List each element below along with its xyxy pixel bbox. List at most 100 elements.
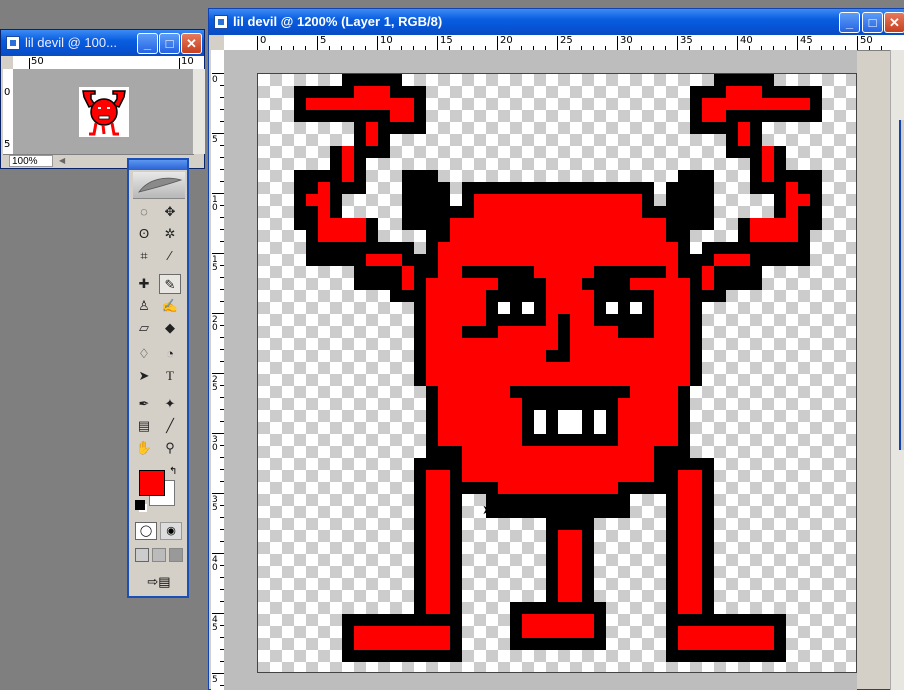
navigator-canvas-area bbox=[13, 69, 192, 155]
zoom-level-field[interactable]: 100% bbox=[9, 155, 53, 167]
right-eye bbox=[606, 302, 618, 314]
left-eye bbox=[522, 302, 534, 314]
right-arm bbox=[726, 86, 762, 110]
close-button[interactable]: ✕ bbox=[884, 12, 904, 33]
ruler-label: 5 bbox=[320, 35, 327, 46]
navigator-ruler-horizontal: 50 10 bbox=[13, 56, 204, 70]
magic-wand-icon[interactable]: ✲ bbox=[159, 224, 181, 244]
hand-icon[interactable]: ✋ bbox=[133, 438, 155, 458]
close-button[interactable]: ✕ bbox=[181, 33, 202, 54]
pen-icon[interactable]: ✒ bbox=[133, 394, 155, 414]
pencil-icon[interactable]: ✎ bbox=[159, 274, 181, 294]
navigator-scrollbar-vertical[interactable] bbox=[192, 69, 205, 154]
history-brush-icon[interactable]: ✍ bbox=[159, 296, 181, 316]
ruler-label: 1 5 bbox=[212, 255, 218, 273]
body bbox=[462, 446, 654, 482]
ruler-label: 5 bbox=[212, 135, 218, 145]
mouse-cursor-icon: ➤ bbox=[482, 502, 493, 517]
photoshop-doc-icon bbox=[6, 36, 20, 50]
photoshop-doc-icon bbox=[214, 15, 228, 29]
maximize-button[interactable]: □ bbox=[159, 33, 180, 54]
quick-mask-button[interactable]: ◉ bbox=[160, 522, 182, 540]
clone-stamp-icon[interactable]: ♙ bbox=[133, 296, 155, 316]
screen-mode-standard-button[interactable] bbox=[135, 548, 149, 562]
ruler-label: 25 bbox=[560, 35, 573, 46]
paint-bucket-icon[interactable]: ◆ bbox=[159, 318, 181, 338]
right-leg bbox=[678, 470, 702, 614]
left-eyebrow bbox=[498, 278, 546, 290]
ruler-label: 2 0 bbox=[212, 315, 218, 333]
ruler-label: 45 bbox=[800, 35, 813, 46]
right-eyebrow bbox=[594, 266, 666, 278]
move-icon[interactable]: ✥ bbox=[159, 202, 181, 222]
cheek-line bbox=[462, 326, 498, 338]
ruler-label: 35 bbox=[680, 35, 693, 46]
nav-scroll-left-icon[interactable]: ◀ bbox=[59, 156, 71, 166]
jump-to-imageready-button[interactable]: ⇨▤ bbox=[135, 572, 183, 592]
foreground-color-swatch[interactable] bbox=[139, 470, 165, 496]
navigator-title: lil devil @ 100... bbox=[25, 35, 117, 50]
document-titlebar[interactable]: lil devil @ 1200% (Layer 1, RGB/8) _ □ ✕ bbox=[209, 9, 904, 35]
left-eye-outline bbox=[486, 290, 546, 326]
lasso-icon[interactable]: ʘ bbox=[133, 224, 155, 244]
navigator-window: lil devil @ 100... _ □ ✕ 50 10 0 5 100% … bbox=[0, 29, 205, 169]
blur-icon[interactable]: ♢ bbox=[133, 344, 155, 364]
document-window: lil devil @ 1200% (Layer 1, RGB/8) _ □ ✕… bbox=[208, 8, 904, 690]
body-outline bbox=[486, 494, 630, 518]
ruler-label: 30 bbox=[620, 35, 633, 46]
ruler-label: 3 5 bbox=[212, 495, 218, 513]
canvas[interactable] bbox=[257, 73, 857, 673]
body bbox=[498, 482, 618, 494]
minimize-button[interactable]: _ bbox=[137, 33, 158, 54]
ruler-label: 3 0 bbox=[212, 435, 218, 453]
custom-shape-icon[interactable]: ✦ bbox=[159, 394, 181, 414]
swap-colors-icon[interactable]: ↰ bbox=[169, 466, 177, 477]
mouth bbox=[510, 386, 630, 398]
left-eye bbox=[498, 302, 510, 314]
left-foot bbox=[354, 626, 450, 650]
dodge-icon[interactable]: ◔ bbox=[159, 344, 181, 364]
right-eyebrow bbox=[582, 278, 630, 290]
marquee-icon[interactable]: ◌ bbox=[133, 202, 155, 222]
maximize-button[interactable]: □ bbox=[862, 12, 883, 33]
right-arm bbox=[738, 122, 750, 146]
tooth bbox=[594, 410, 606, 434]
ruler-label: 4 0 bbox=[212, 555, 218, 573]
ruler-label: 0 bbox=[4, 87, 11, 98]
ruler-label: 0 bbox=[260, 35, 267, 46]
zoom-icon[interactable]: ⚲ bbox=[159, 438, 181, 458]
right-arm bbox=[762, 146, 774, 182]
left-arm bbox=[342, 146, 354, 182]
toolbox-panel: ◌ ✥ ʘ ✲ ⌗ ⁄ ✚ ✎ ♙ ✍ ▱ ◆ ♢ ◔ ➤ T ✒ ✦ ▤ ╱ ✋ ⚲ ↰ ◯ ◉ ⇨▤ bbox=[127, 158, 189, 598]
minimize-button[interactable]: _ bbox=[839, 12, 860, 33]
navigator-titlebar[interactable]: lil devil @ 100... _ □ ✕ bbox=[1, 30, 204, 56]
right-eye-outline bbox=[594, 290, 654, 326]
tooth bbox=[558, 410, 582, 434]
crop-icon[interactable]: ⌗ bbox=[133, 246, 155, 266]
default-colors-icon[interactable] bbox=[135, 500, 145, 510]
notes-icon[interactable]: ▤ bbox=[133, 416, 155, 436]
screen-mode-menubar-button[interactable] bbox=[152, 548, 166, 562]
nose bbox=[558, 314, 570, 350]
toolbox-titlebar[interactable] bbox=[129, 160, 187, 170]
devil-thumbnail-image bbox=[79, 87, 129, 137]
standard-mode-button[interactable]: ◯ bbox=[135, 522, 157, 540]
background-window-edge bbox=[899, 120, 904, 450]
photoshop-feather-icon[interactable] bbox=[133, 172, 185, 199]
slice-icon[interactable]: ⁄ bbox=[159, 246, 181, 266]
ruler-label: 40 bbox=[740, 35, 753, 46]
nose bbox=[546, 350, 570, 362]
healing-brush-icon[interactable]: ✚ bbox=[133, 274, 155, 294]
eyedropper-icon[interactable]: ╱ bbox=[159, 416, 181, 436]
ruler-vertical: 0 5 1 0 1 5 2 0 2 5 3 0 3 5 4 0 4 5 5 bbox=[211, 50, 225, 690]
type-icon[interactable]: T bbox=[159, 366, 181, 386]
screen-mode-full-button[interactable] bbox=[169, 548, 183, 562]
path-select-icon[interactable]: ➤ bbox=[133, 366, 155, 386]
right-arm bbox=[702, 98, 726, 122]
ruler-horizontal: 0 5 10 15 20 25 30 35 40 45 50 bbox=[224, 35, 904, 51]
left-arm bbox=[306, 98, 354, 110]
right-eye bbox=[630, 302, 642, 314]
left-arm bbox=[366, 254, 402, 266]
document-title: lil devil @ 1200% (Layer 1, RGB/8) bbox=[233, 14, 443, 29]
eraser-icon[interactable]: ▱ bbox=[133, 318, 155, 338]
